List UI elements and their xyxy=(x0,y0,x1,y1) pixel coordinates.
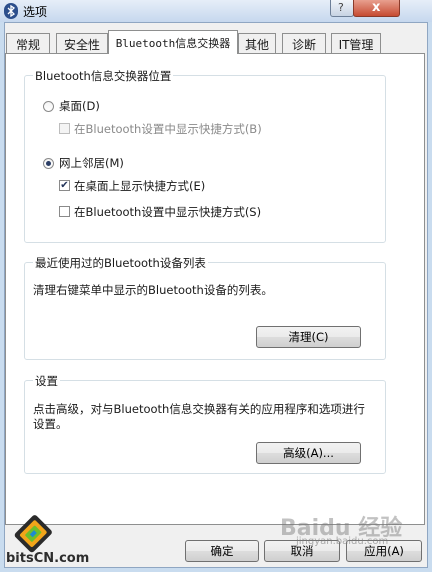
tab-it-management[interactable]: IT管理 xyxy=(331,33,381,53)
site-logo-text: bitsCN.com xyxy=(6,551,90,566)
tab-diagnostics[interactable]: 诊断 xyxy=(282,33,326,53)
tab-bluetooth-exchanger[interactable]: Bluetooth信息交换器 xyxy=(108,30,238,54)
help-button[interactable]: ? xyxy=(330,0,354,17)
location-group: Bluetooth信息交换器位置 桌面(D) 在Bluetooth设置中显示快捷… xyxy=(24,68,386,243)
close-icon: x xyxy=(372,0,381,15)
watermark-sub: jingyan.baidu.com xyxy=(296,536,389,547)
settings-description-line1: 点击高级，对与Bluetooth信息交换器有关的应用程序和选项进行 xyxy=(33,402,365,416)
ok-button[interactable]: 确定 xyxy=(185,540,259,562)
bluetooth-icon xyxy=(4,3,18,19)
desktop-show-shortcut-label: 在Bluetooth设置中显示快捷方式(B) xyxy=(74,122,262,136)
settings-description-line2: 设置。 xyxy=(33,417,68,431)
tab-other[interactable]: 其他 xyxy=(238,33,276,53)
location-group-title: Bluetooth信息交换器位置 xyxy=(33,68,174,84)
network-show-bt-checkbox[interactable] xyxy=(59,206,70,217)
settings-group: 设置 点击高级，对与Bluetooth信息交换器有关的应用程序和选项进行 设置。… xyxy=(24,373,386,474)
recent-devices-group-title: 最近使用过的Bluetooth设备列表 xyxy=(33,255,208,271)
network-radio[interactable] xyxy=(43,158,54,169)
clear-button[interactable]: 清理(C) xyxy=(256,326,361,348)
settings-group-title: 设置 xyxy=(33,373,60,389)
advanced-button[interactable]: 高级(A)... xyxy=(256,442,361,464)
network-show-bt-label: 在Bluetooth设置中显示快捷方式(S) xyxy=(74,205,262,219)
desktop-radio[interactable] xyxy=(43,101,54,112)
network-radio-label: 网上邻居(M) xyxy=(59,156,124,170)
help-icon: ? xyxy=(338,1,344,14)
desktop-radio-label: 桌面(D) xyxy=(59,99,100,113)
tab-panel: Bluetooth信息交换器位置 桌面(D) 在Bluetooth设置中显示快捷… xyxy=(5,53,425,525)
recent-devices-description: 清理右键菜单中显示的Bluetooth设备的列表。 xyxy=(33,283,273,297)
options-dialog: 选项 ? x 常规 安全性 Bluetooth信息交换器 其他 诊断 IT管理 … xyxy=(0,0,432,572)
recent-devices-group: 最近使用过的Bluetooth设备列表 清理右键菜单中显示的Bluetooth设… xyxy=(24,255,386,360)
network-show-desktop-label: 在桌面上显示快捷方式(E) xyxy=(74,179,206,193)
tab-security[interactable]: 安全性 xyxy=(56,33,108,53)
close-button[interactable]: x xyxy=(353,0,400,17)
network-show-desktop-checkbox[interactable]: ✔ xyxy=(59,180,70,191)
desktop-show-shortcut-checkbox xyxy=(59,123,70,134)
window-title: 选项 xyxy=(23,5,48,19)
tab-general[interactable]: 常规 xyxy=(6,33,50,53)
title-bar: 选项 ? x xyxy=(0,0,432,22)
